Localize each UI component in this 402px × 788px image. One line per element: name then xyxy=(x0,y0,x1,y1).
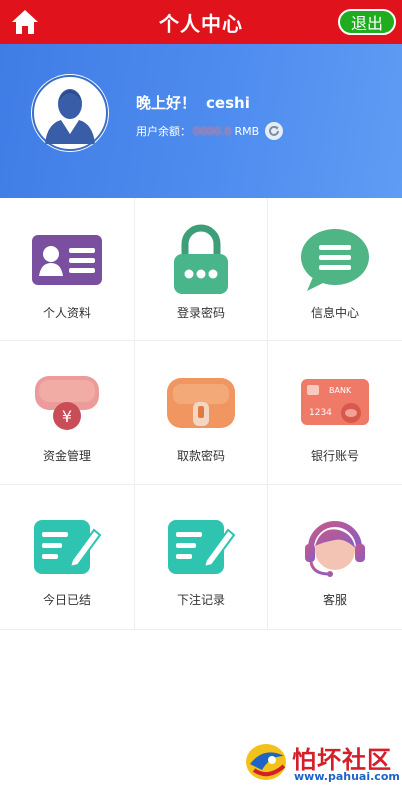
balance-amount: 0000.0 xyxy=(193,124,232,138)
customer-service-icon xyxy=(297,511,373,583)
refresh-button[interactable] xyxy=(265,122,284,140)
currency-label: RMB xyxy=(234,124,260,138)
menu-item-withdraw-password[interactable]: 取款密码 xyxy=(135,341,268,485)
menu-item-bet-records[interactable]: 下注记录 xyxy=(135,485,268,630)
menu-label: 下注记录 xyxy=(176,593,225,607)
menu-label: 客服 xyxy=(322,593,347,607)
menu-item-login-password[interactable]: 登录密码 xyxy=(135,198,268,341)
page-title: 个人中心 xyxy=(159,11,243,36)
svg-text:BANK: BANK xyxy=(329,386,352,395)
bank-card-icon: BANK 1234 xyxy=(297,367,373,439)
menu-label: 个人资料 xyxy=(42,306,91,320)
balance-label: 用户余额： xyxy=(136,125,191,138)
svg-text:1234: 1234 xyxy=(309,408,332,418)
menu-grid: 个人资料 登录密码 信息中心 ¥ 资金管理 取款密码 BANK 1234 银行账… xyxy=(0,198,402,630)
top-bar: 个人中心 退出 xyxy=(0,0,402,44)
home-button[interactable] xyxy=(8,5,42,39)
money-bag-icon: ¥ xyxy=(29,367,105,439)
edit-note-icon xyxy=(163,511,239,583)
home-icon xyxy=(12,10,38,34)
menu-label: 信息中心 xyxy=(310,306,359,320)
profile-banner: 晚上好！ ceshi 用户余额： 0000.0 RMB xyxy=(0,44,402,198)
avatar[interactable] xyxy=(31,74,109,152)
balance-row: 用户余额： 0000.0 RMB xyxy=(136,122,284,140)
menu-item-messages[interactable]: 信息中心 xyxy=(268,198,402,341)
id-card-icon xyxy=(29,224,105,296)
watermark-url: www.pahuai.com xyxy=(294,770,400,783)
edit-note-icon xyxy=(29,511,105,583)
menu-label: 资金管理 xyxy=(42,449,91,463)
padlock-icon xyxy=(163,224,239,296)
chat-bubble-icon xyxy=(297,224,373,296)
menu-item-customer-service[interactable]: 客服 xyxy=(268,485,402,630)
watermark-logo-icon xyxy=(246,744,286,780)
user-avatar-icon xyxy=(32,75,108,151)
logout-button[interactable]: 退出 xyxy=(338,9,396,35)
menu-label: 银行账号 xyxy=(310,449,359,463)
menu-label: 取款密码 xyxy=(176,449,225,463)
menu-item-funds[interactable]: ¥ 资金管理 xyxy=(0,341,135,485)
menu-label: 今日已结 xyxy=(42,593,91,607)
menu-item-profile[interactable]: 个人资料 xyxy=(0,198,135,341)
menu-label: 登录密码 xyxy=(176,306,225,320)
svg-text:¥: ¥ xyxy=(62,407,72,426)
menu-item-bank-account[interactable]: BANK 1234 银行账号 xyxy=(268,341,402,485)
username: ceshi xyxy=(206,94,250,112)
watermark: 怕坏社区 www.pahuai.com xyxy=(244,740,400,786)
menu-item-settled-today[interactable]: 今日已结 xyxy=(0,485,135,630)
greeting-text: 晚上好！ xyxy=(136,94,197,112)
wallet-icon xyxy=(163,367,239,439)
refresh-icon xyxy=(269,125,280,136)
greeting: 晚上好！ ceshi xyxy=(136,92,250,113)
